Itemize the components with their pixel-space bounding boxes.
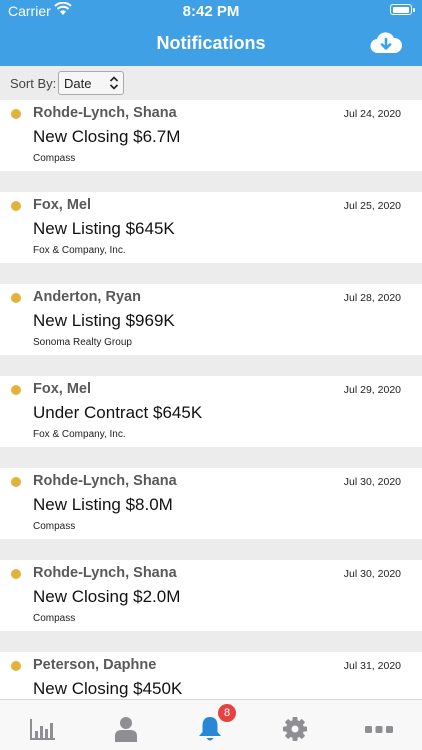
- company-name: Fox & Company, Inc.: [33, 245, 126, 256]
- unread-dot: [11, 385, 21, 395]
- unread-dot: [11, 477, 21, 487]
- agent-name: Rohde-Lynch, Shana: [33, 565, 177, 581]
- notification-headline: New Closing $450K: [33, 679, 183, 698]
- notification-headline: New Listing $969K: [33, 311, 175, 330]
- company-name: Fox & Company, Inc.: [33, 429, 126, 440]
- notification-item[interactable]: Rohde-Lynch, Shana Jul 30, 2020 New List…: [0, 468, 422, 539]
- up-down-chevron-icon: [109, 76, 119, 90]
- notification-date: Jul 28, 2020: [343, 292, 401, 304]
- more-icon[interactable]: [364, 716, 394, 742]
- chart-icon[interactable]: [28, 716, 58, 742]
- company-name: Sonoma Realty Group: [33, 337, 132, 348]
- notification-date: Jul 30, 2020: [343, 476, 401, 488]
- tab-bar: 8: [0, 699, 422, 750]
- gear-icon[interactable]: [280, 716, 310, 742]
- unread-dot: [11, 293, 21, 303]
- notification-headline: New Listing $8.0M: [33, 495, 173, 514]
- notification-item[interactable]: Peterson, Daphne Jul 31, 2020 New Closin…: [0, 652, 422, 699]
- notification-item[interactable]: Fox, Mel Jul 25, 2020 New Listing $645K …: [0, 192, 422, 263]
- agent-name: Fox, Mel: [33, 381, 92, 397]
- agent-name: Rohde-Lynch, Shana: [33, 473, 177, 489]
- person-icon[interactable]: [111, 716, 141, 742]
- notification-headline: New Closing $2.0M: [33, 587, 181, 606]
- notification-date: Jul 30, 2020: [343, 568, 401, 580]
- notification-headline: New Listing $645K: [33, 219, 175, 238]
- notification-date: Jul 24, 2020: [343, 108, 401, 120]
- unread-dot: [11, 569, 21, 579]
- notification-date: Jul 31, 2020: [343, 660, 401, 672]
- company-name: Compass: [33, 613, 76, 624]
- agent-name: Anderton, Ryan: [33, 289, 141, 305]
- agent-name: Peterson, Daphne: [33, 657, 157, 673]
- agent-name: Fox, Mel: [33, 197, 92, 213]
- status-bar: Carrier 8:42 PM: [0, 0, 422, 22]
- notification-item[interactable]: Fox, Mel Jul 29, 2020 Under Contract $64…: [0, 376, 422, 447]
- page-title: Notifications: [156, 33, 266, 53]
- agent-name: Rohde-Lynch, Shana: [33, 105, 177, 121]
- notification-headline: Under Contract $645K: [33, 403, 203, 422]
- cloud-download-icon[interactable]: [370, 31, 402, 55]
- sort-label: Sort By:: [10, 76, 57, 91]
- notification-item[interactable]: Rohde-Lynch, Shana Jul 24, 2020 New Clos…: [0, 100, 422, 171]
- unread-dot: [11, 201, 21, 211]
- sort-select-value: Date: [64, 76, 92, 91]
- notification-item[interactable]: Rohde-Lynch, Shana Jul 30, 2020 New Clos…: [0, 560, 422, 631]
- notification-date: Jul 25, 2020: [343, 200, 401, 212]
- company-name: Compass: [33, 521, 76, 532]
- unread-dot: [11, 109, 21, 119]
- sort-select[interactable]: Date: [58, 71, 124, 95]
- company-name: Compass: [33, 153, 76, 164]
- battery-icon: [390, 4, 415, 15]
- notification-list[interactable]: Rohde-Lynch, Shana Jul 24, 2020 New Clos…: [0, 100, 422, 699]
- unread-dot: [11, 661, 21, 671]
- notification-headline: New Closing $6.7M: [33, 127, 181, 146]
- notification-badge: 8: [218, 704, 236, 722]
- header: Carrier 8:42 PM Notifications: [0, 0, 422, 66]
- clock: 8:42 PM: [182, 3, 240, 20]
- notification-item[interactable]: Anderton, Ryan Jul 28, 2020 New Listing …: [0, 284, 422, 355]
- sort-bar: Sort By: Date: [0, 66, 422, 100]
- notification-date: Jul 29, 2020: [343, 384, 401, 396]
